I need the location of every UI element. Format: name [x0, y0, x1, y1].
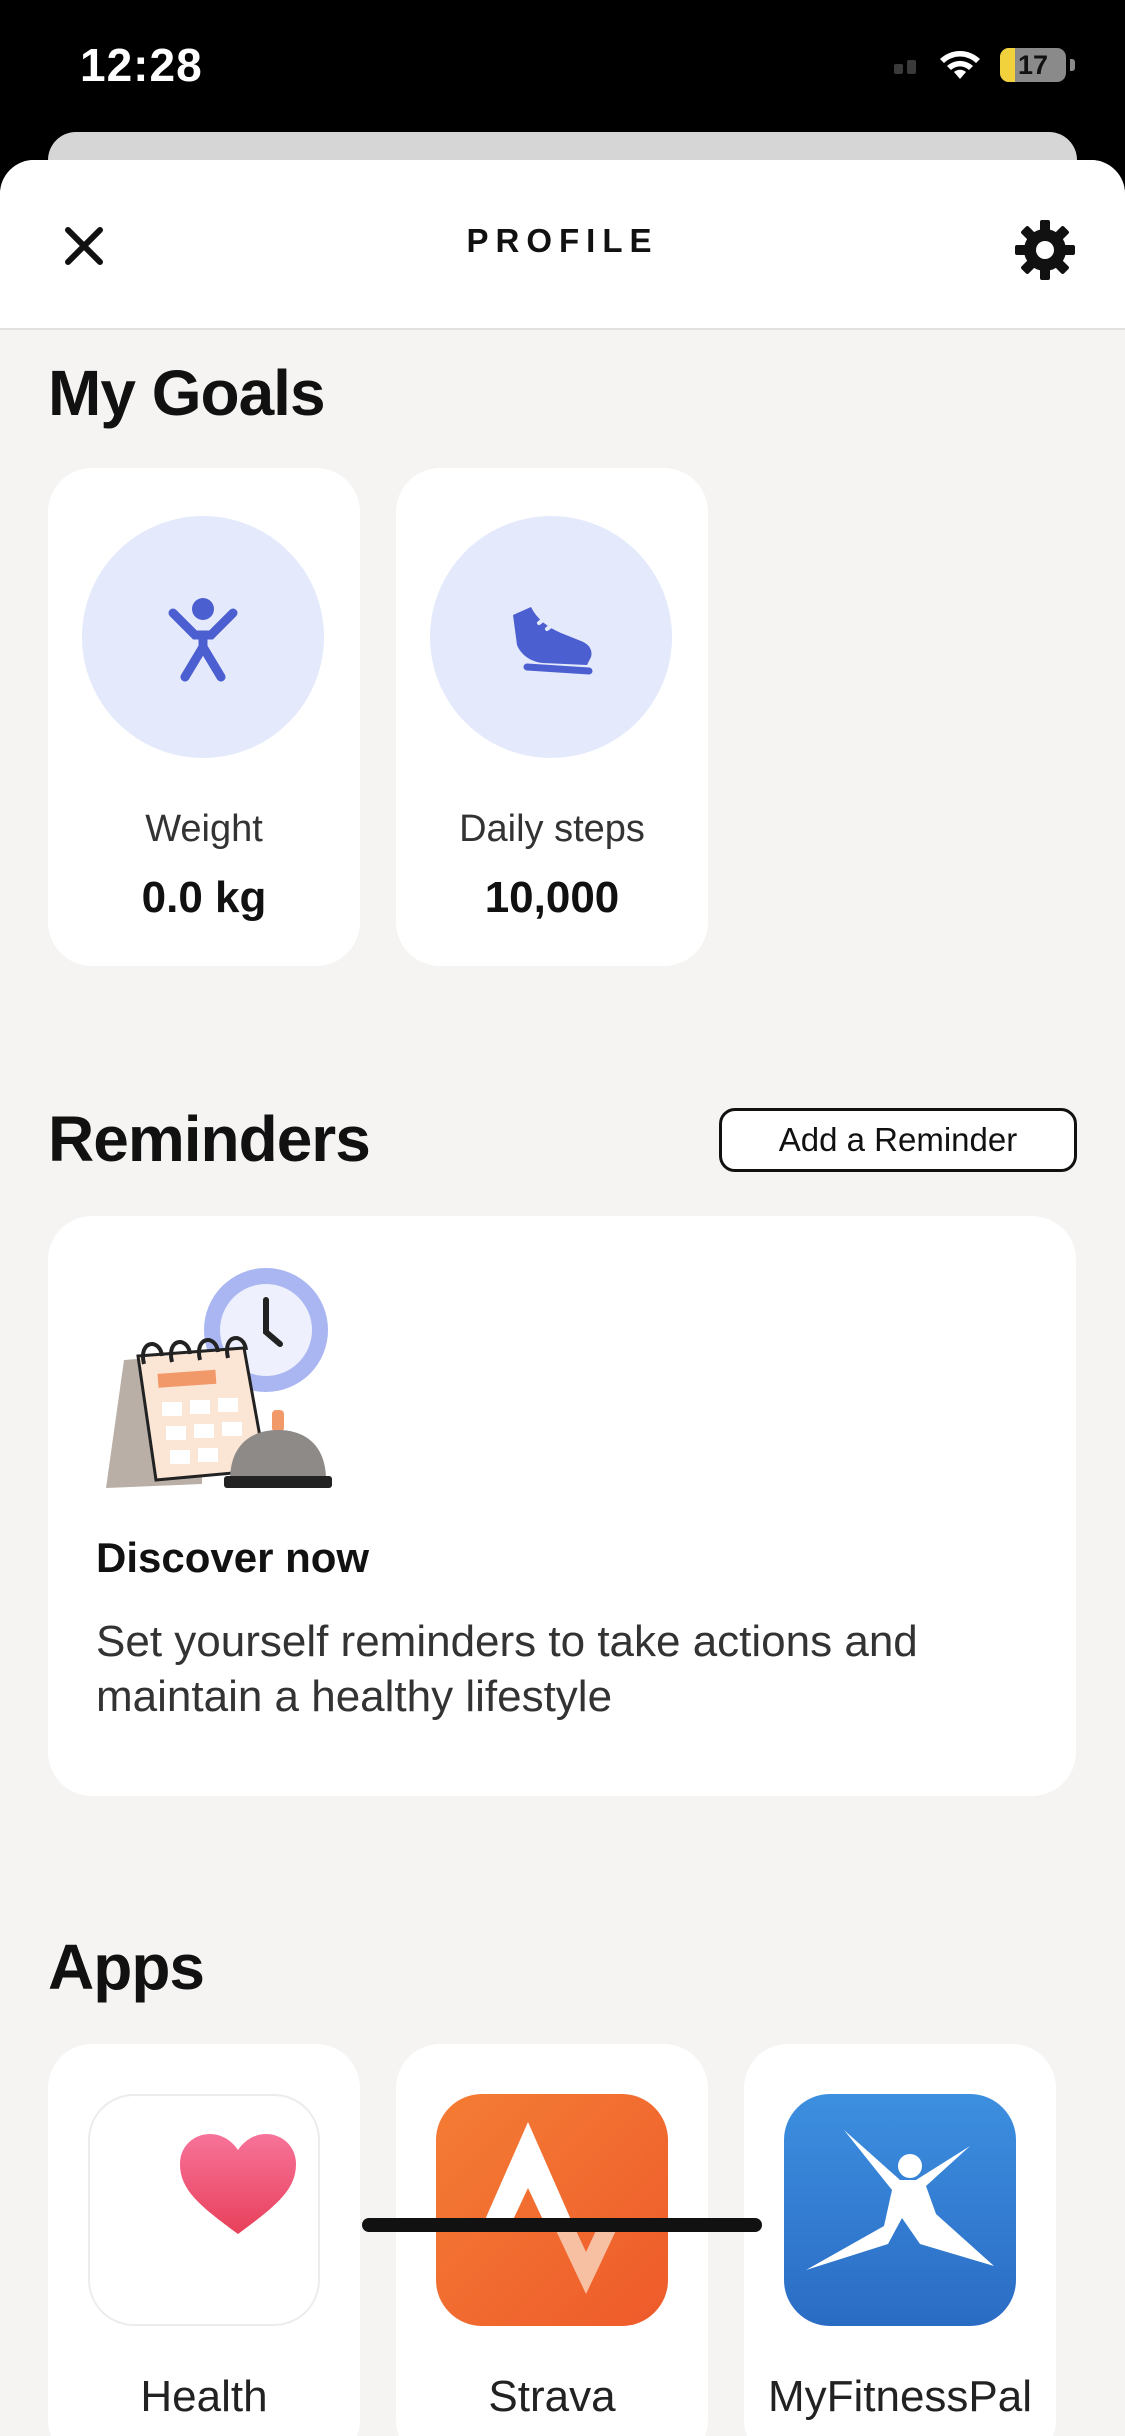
add-reminder-button[interactable]: Add a Reminder [719, 1108, 1077, 1172]
signal-icon [894, 56, 920, 74]
wifi-icon [940, 51, 980, 79]
apps-section-title: Apps [48, 1931, 205, 2003]
goal-label: Weight [145, 808, 263, 850]
status-icons: 17 [894, 48, 1075, 82]
goal-icon-circle [82, 516, 324, 758]
heart-icon [180, 2134, 296, 2234]
battery-tip [1070, 59, 1075, 71]
strava-logo-icon [484, 2122, 620, 2294]
battery-icon: 17 [1000, 48, 1066, 82]
goal-value: 10,000 [484, 873, 620, 922]
app-label: Health [140, 2372, 268, 2421]
reminder-card-title: Discover now [96, 1534, 370, 1581]
goal-label: Daily steps [459, 808, 645, 850]
page-title: PROFILE [466, 222, 659, 259]
app-card-strava[interactable]: Strava [396, 2044, 708, 2436]
goal-value: 0.0 kg [141, 873, 267, 922]
app-label: Strava [488, 2372, 616, 2421]
goal-card-daily-steps[interactable]: Daily steps 10,000 [396, 468, 708, 966]
myfitnesspal-app-icon [784, 2094, 1016, 2326]
goals-section-title: My Goals [48, 357, 326, 429]
profile-sheet: PROFILE My Goals Weight 0.0 kg Daily ste… [0, 160, 1125, 2436]
status-bar: 12:28 17 [0, 0, 1125, 140]
app-card-health[interactable]: Health [48, 2044, 360, 2436]
myfitnesspal-logo-icon [806, 2130, 994, 2270]
goal-icon-circle [430, 516, 672, 758]
reminders-section-title: Reminders [48, 1103, 371, 1175]
app-card-myfitnesspal[interactable]: MyFitnessPal [744, 2044, 1056, 2436]
reminder-card-text: Set yourself reminders to take actions a… [96, 1617, 918, 1721]
battery-level: 17 [1017, 50, 1049, 80]
header: PROFILE [0, 160, 1125, 330]
person-icon [168, 598, 238, 682]
goal-card-weight[interactable]: Weight 0.0 kg [48, 468, 360, 966]
reminder-promo-card[interactable]: Discover now Set yourself reminders to t… [48, 1216, 1076, 1796]
health-app-icon [88, 2094, 320, 2326]
app-label: MyFitnessPal [767, 2372, 1033, 2421]
settings-button[interactable] [1005, 210, 1085, 290]
strava-app-icon [436, 2094, 668, 2326]
home-indicator [362, 2218, 762, 2232]
calendar-clock-bell-illustration [106, 1268, 332, 1488]
status-time: 12:28 [80, 39, 203, 91]
gear-icon [1015, 220, 1075, 280]
shoe-icon [513, 607, 593, 675]
